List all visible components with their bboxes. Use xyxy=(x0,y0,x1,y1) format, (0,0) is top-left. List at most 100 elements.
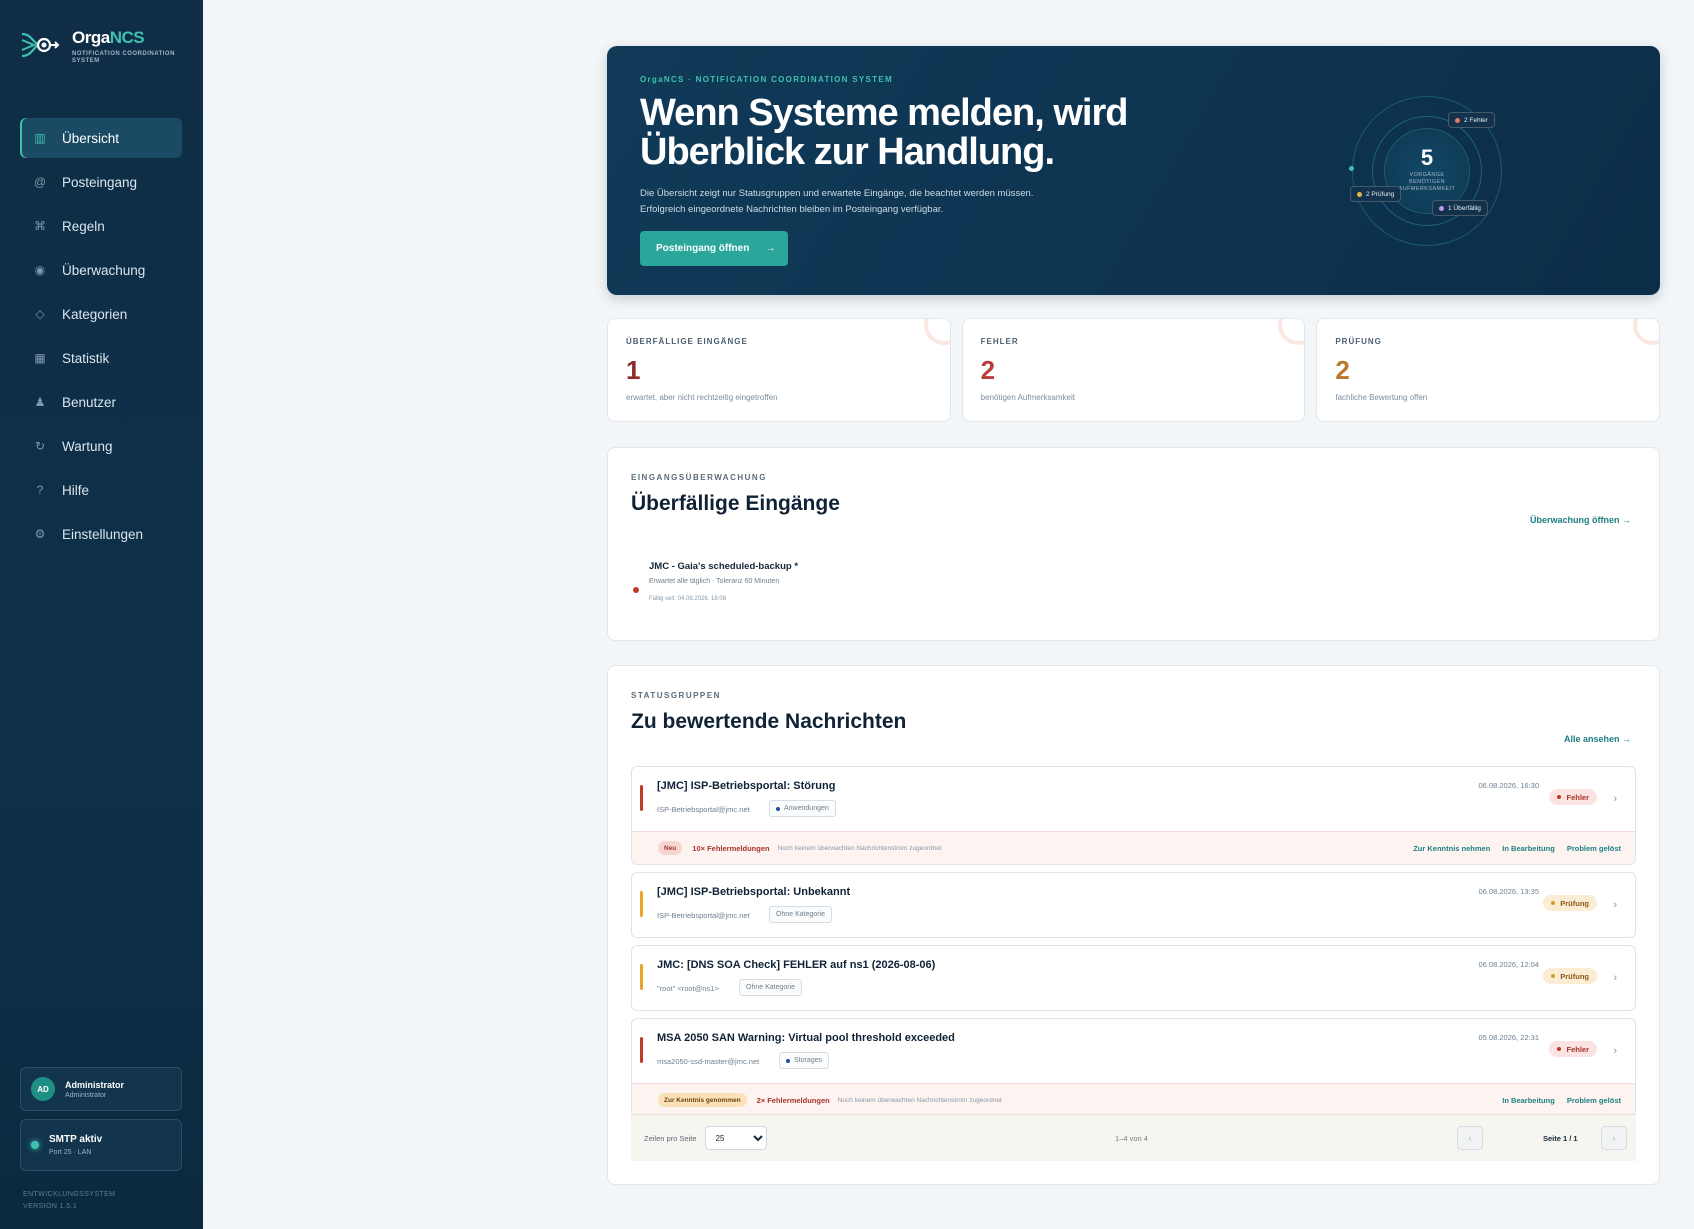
smtp-title: SMTP aktiv xyxy=(49,1134,103,1145)
section-title: Überfällige Eingänge xyxy=(631,492,840,515)
sidebar-item-hilfe[interactable]: ? Hilfe xyxy=(20,470,182,510)
avatar: AD xyxy=(31,1077,55,1101)
status-badge-label: Fehler xyxy=(1566,792,1589,802)
open-inbox-label: Posteingang öffnen xyxy=(656,243,750,254)
rows-per-page-select[interactable]: 25 xyxy=(704,1126,767,1150)
sidebar-item-label: Regeln xyxy=(62,218,105,234)
sidebar: OrgaNCS NOTIFICATION COORDINATION SYSTEM… xyxy=(0,0,203,1229)
brand[interactable]: OrgaNCS NOTIFICATION COORDINATION SYSTEM xyxy=(20,28,182,65)
status-badge: Prüfung xyxy=(1543,895,1597,911)
resolved-button[interactable]: Problem gelöst xyxy=(1567,844,1621,853)
main-content: OrgaNCS · NOTIFICATION COORDINATION SYST… xyxy=(607,46,1661,1185)
rows-per-page-label: Zeilen pro Seite xyxy=(644,1133,697,1143)
chevron-right-icon[interactable]: › xyxy=(1613,972,1617,984)
status-groups-card: STATUSGRUPPEN Zu bewertende Nachrichten … xyxy=(607,665,1660,1185)
chevron-right-icon[interactable]: › xyxy=(1613,1045,1617,1057)
orbit-chip-overdue-label: 1 Überfällig xyxy=(1448,204,1481,212)
stat-card-review[interactable]: PRÜFUNG 2 fachliche Bewertung offen xyxy=(1316,318,1661,422)
in-progress-button[interactable]: In Bearbeitung xyxy=(1502,844,1555,853)
message-item[interactable]: [JMC] ISP-Betriebsportal: Störung ISP-Be… xyxy=(631,766,1636,865)
overdue-item-title: JMC - Gaia's scheduled-backup * xyxy=(649,561,799,572)
next-page-button[interactable]: › xyxy=(1601,1126,1627,1150)
message-footer: Zur Kenntnis genommen 2× Fehlermeldungen… xyxy=(632,1083,1635,1116)
status-badge: Fehler xyxy=(1549,1041,1597,1057)
status-badge-label: Prüfung xyxy=(1560,971,1589,981)
message-date: 05.08.2026, 22:31 xyxy=(1478,1033,1539,1042)
monitor-icon: ◉ xyxy=(34,263,46,277)
resolved-button[interactable]: Problem gelöst xyxy=(1567,1096,1621,1105)
attention-label-line-2: BENÖTIGEN xyxy=(1409,179,1445,185)
message-sender: msa2050-ssd-master@jmc.net xyxy=(657,1057,760,1066)
sidebar-item-benutzer[interactable]: ♟ Benutzer xyxy=(20,382,182,422)
view-all-link[interactable]: Alle ansehen → xyxy=(1564,734,1631,744)
stat-sub: erwartet, aber nicht rechtzeitig eingetr… xyxy=(626,393,778,402)
smtp-status-card: SMTP aktiv Port 25 · LAN xyxy=(20,1119,182,1171)
open-monitoring-link[interactable]: Überwachung öffnen → xyxy=(1530,515,1631,525)
stats-row: ÜBERFÄLLIGE EINGÄNGE 1 erwartet, aber ni… xyxy=(607,318,1661,422)
stat-value: 2 xyxy=(980,355,996,385)
error-dot-icon xyxy=(1455,117,1460,123)
category-tag-label: Storages xyxy=(794,1057,823,1064)
message-actions: In Bearbeitung Problem gelöst xyxy=(1502,1084,1621,1116)
sidebar-item-label: Einstellungen xyxy=(62,526,144,542)
message-actions: Zur Kenntnis nehmen In Bearbeitung Probl… xyxy=(1413,832,1621,864)
sidebar-item-uebersicht[interactable]: ▥ Übersicht xyxy=(20,118,182,158)
message-main[interactable]: JMC: [DNS SOA Check] FEHLER auf ns1 (202… xyxy=(632,946,1635,1010)
user-name: Administrator xyxy=(65,1079,125,1090)
status-badge: Prüfung xyxy=(1543,968,1597,984)
sidebar-item-label: Übersicht xyxy=(62,130,120,146)
sidebar-nav: ▥ Übersicht @ Posteingang ⌘ Regeln ◉ Überwac… xyxy=(20,118,182,558)
user-card[interactable]: AD Administrator Administrator xyxy=(20,1067,182,1111)
brand-subtitle: NOTIFICATION COORDINATION SYSTEM xyxy=(72,51,175,64)
orbit-dot-icon xyxy=(1349,166,1354,171)
acknowledge-button[interactable]: Zur Kenntnis nehmen xyxy=(1413,844,1490,853)
message-footer: Neu 10× Fehlermeldungen Noch keinem über… xyxy=(632,831,1635,864)
sidebar-item-statistik[interactable]: ▦ Statistik xyxy=(20,338,182,378)
refresh-icon: ↻ xyxy=(34,439,46,453)
chevron-right-icon[interactable]: › xyxy=(1613,899,1617,911)
chevron-right-icon[interactable]: › xyxy=(1613,793,1617,805)
overdue-item-meta: Erwartet alle täglich · Toleranz 60 Minu… xyxy=(649,578,780,585)
sidebar-item-kategorien[interactable]: ◇ Kategorien xyxy=(20,294,182,334)
section-eyebrow: STATUSGRUPPEN xyxy=(631,691,721,700)
sidebar-item-einstellungen[interactable]: ⚙ Einstellungen xyxy=(20,514,182,554)
gear-icon: ⚙ xyxy=(34,527,46,541)
message-item[interactable]: MSA 2050 SAN Warning: Virtual pool thres… xyxy=(631,1018,1636,1117)
message-main[interactable]: [JMC] ISP-Betriebsportal: Unbekannt ISP-… xyxy=(632,873,1635,937)
severity-bar xyxy=(640,964,643,990)
state-pill: Neu xyxy=(658,841,683,855)
smtp-status-dot-icon xyxy=(31,1141,39,1149)
hero-description: Die Übersicht zeigt nur Statusgruppen un… xyxy=(640,186,1080,218)
message-item[interactable]: [JMC] ISP-Betriebsportal: Unbekannt ISP-… xyxy=(631,872,1636,938)
message-main[interactable]: [JMC] ISP-Betriebsportal: Störung ISP-Be… xyxy=(632,767,1635,831)
state-pill: Zur Kenntnis genommen xyxy=(658,1093,747,1107)
open-inbox-button[interactable]: Posteingang öffnen → xyxy=(640,231,788,266)
diamond-icon: ◇ xyxy=(35,307,45,321)
sidebar-item-wartung[interactable]: ↻ Wartung xyxy=(20,426,182,466)
message-sender: ISP-Betriebsportal@jmc.net xyxy=(657,911,750,920)
stat-value: 1 xyxy=(626,355,641,385)
arrow-right-icon: → xyxy=(765,243,776,254)
stat-card-overdue[interactable]: ÜBERFÄLLIGE EINGÄNGE 1 erwartet, aber ni… xyxy=(607,318,951,422)
orbit-chip-errors: 2 Fehler xyxy=(1448,112,1495,128)
sidebar-item-regeln[interactable]: ⌘ Regeln xyxy=(20,206,182,246)
overdue-dot-icon xyxy=(633,587,639,593)
prev-page-button[interactable]: ‹ xyxy=(1457,1126,1483,1150)
in-progress-button[interactable]: In Bearbeitung xyxy=(1502,1096,1555,1105)
status-dot-icon xyxy=(1557,795,1562,799)
stream-note: Noch keinem überwachten Nachrichtenstrom… xyxy=(837,1096,1002,1104)
section-eyebrow: EINGANGSÜBERWACHUNG xyxy=(631,473,767,482)
sidebar-item-label: Benutzer xyxy=(62,394,117,410)
hero-desc-line-2: Erfolgreich eingeordnete Nachrichten ble… xyxy=(640,204,944,215)
category-dot-icon xyxy=(786,1058,790,1063)
attention-count: 5 xyxy=(1420,145,1434,170)
message-title: MSA 2050 SAN Warning: Virtual pool thres… xyxy=(657,1032,955,1044)
sidebar-item-ueberwachung[interactable]: ◉ Überwachung xyxy=(20,250,182,290)
sidebar-item-posteingang[interactable]: @ Posteingang xyxy=(20,162,182,202)
stat-card-errors[interactable]: FEHLER 2 benötigen Aufmerksamkeit xyxy=(961,318,1306,422)
stream-note: Noch keinem überwachten Nachrichtenstrom… xyxy=(777,844,942,852)
message-item[interactable]: JMC: [DNS SOA Check] FEHLER auf ns1 (202… xyxy=(631,945,1636,1011)
message-main[interactable]: MSA 2050 SAN Warning: Virtual pool thres… xyxy=(632,1019,1635,1083)
orbit-chip-overdue: 1 Überfällig xyxy=(1432,200,1488,216)
category-tag-label: Ohne Kategorie xyxy=(776,911,826,918)
